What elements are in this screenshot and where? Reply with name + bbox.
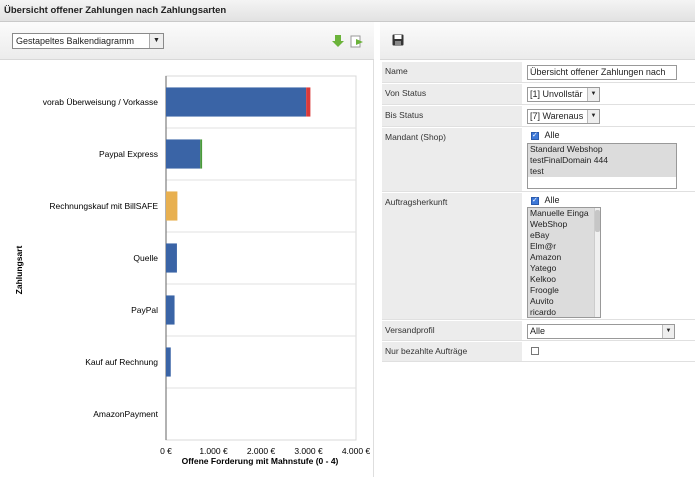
name-input[interactable]: Übersicht offener Zahlungen nach: [527, 65, 677, 80]
list-item[interactable]: test: [528, 166, 676, 177]
von-status-value: [1] Unvollstär: [530, 89, 583, 99]
chart-toolbar: Gestapeltes Balkendiagramm ▼: [0, 22, 374, 60]
chart-panel: Gestapeltes Balkendiagramm ▼ vorab Überw…: [0, 22, 374, 477]
x-axis-label: Offene Forderung mit Mahnstufe (0 - 4): [182, 456, 339, 466]
x-tick-label: 3.000 €: [294, 446, 323, 456]
list-item[interactable]: Kelkoo: [528, 274, 600, 285]
bis-status-label: Bis Status: [382, 106, 522, 126]
chevron-down-icon: ▼: [587, 110, 599, 123]
list-item[interactable]: Standard Webshop: [528, 144, 676, 155]
x-tick-label: 1.000 €: [199, 446, 228, 456]
category-label: Paypal Express: [99, 149, 158, 159]
mandant-all[interactable]: Alle: [531, 130, 560, 140]
category-label: vorab Überweisung / Vorkasse: [43, 97, 159, 107]
nur-bezahlte-checkbox[interactable]: [531, 347, 539, 355]
form-row-von-status: Von Status [1] Unvollstär ▼: [382, 84, 695, 105]
list-item[interactable]: WebShop: [528, 219, 600, 230]
form-row-auftragsherkunft: Auftragsherkunft Alle Manuelle Einga Web…: [382, 193, 695, 320]
auftragsherkunft-all-checkbox[interactable]: [531, 196, 539, 205]
bar-segment: [166, 243, 177, 273]
x-tick-label: 2.000 €: [247, 446, 276, 456]
settings-panel: Name Übersicht offener Zahlungen nach Vo…: [380, 22, 695, 477]
versandprofil-label: Versandprofil: [382, 321, 522, 340]
category-labels: vorab Überweisung / Vorkasse Paypal Expre…: [43, 97, 159, 419]
download-icon[interactable]: [331, 34, 345, 48]
category-label: Kauf auf Rechnung: [85, 357, 158, 367]
list-item[interactable]: Elm@r: [528, 241, 600, 252]
mandant-label: Mandant (Shop): [382, 128, 522, 191]
list-item[interactable]: Yatego: [528, 263, 600, 274]
plot-frame: [165, 75, 357, 441]
y-axis-label: Zahlungsart: [14, 246, 24, 295]
mandant-all-checkbox[interactable]: [531, 131, 539, 140]
nur-bezahlte-label: Nur bezahlte Aufträge: [382, 342, 522, 361]
category-label: PayPal: [131, 305, 158, 315]
list-item[interactable]: Auvito: [528, 296, 600, 307]
chevron-down-icon: ▼: [662, 325, 674, 338]
form-row-mandant: Mandant (Shop) Alle Standard Webshop tes…: [382, 128, 695, 192]
auftragsherkunft-all[interactable]: Alle: [531, 195, 560, 205]
bar-segment: [166, 347, 171, 377]
category-label: AmazonPayment: [93, 409, 158, 419]
list-item[interactable]: testFinalDomain 444: [528, 155, 676, 166]
x-tick-labels: 0 € 1.000 € 2.000 € 3.000 € 4.000 €: [160, 446, 370, 456]
chart-type-select[interactable]: Gestapeltes Balkendiagramm ▼: [12, 33, 164, 49]
mandant-all-label: Alle: [544, 130, 560, 140]
auftragsherkunft-all-label: Alle: [544, 195, 560, 205]
form-row-bis-status: Bis Status [7] Warenaus ▼: [382, 106, 695, 127]
stacked-bar-chart: vorab Überweisung / Vorkasse Paypal Expre…: [14, 75, 370, 466]
chart-grid: [165, 75, 357, 441]
mandant-listbox[interactable]: Standard Webshop testFinalDomain 444 tes…: [527, 143, 677, 189]
versandprofil-select[interactable]: Alle ▼: [527, 324, 675, 339]
list-item[interactable]: eBay: [528, 230, 600, 241]
list-item[interactable]: ricardo: [528, 307, 600, 317]
bar-segment: [306, 87, 311, 117]
list-item[interactable]: Amazon: [528, 252, 600, 263]
save-icon[interactable]: [392, 34, 404, 46]
x-tick-label: 4.000 €: [342, 446, 371, 456]
scrollbar-thumb[interactable]: [595, 210, 600, 232]
window-title: Übersicht offener Zahlungen nach Zahlung…: [0, 0, 695, 22]
name-label: Name: [382, 62, 522, 82]
form-row-nur-bezahlte: Nur bezahlte Aufträge: [382, 342, 695, 362]
chevron-down-icon: ▼: [149, 34, 163, 48]
bar-segment: [166, 191, 178, 221]
von-status-select[interactable]: [1] Unvollstär ▼: [527, 87, 600, 102]
bar-segment: [166, 295, 175, 325]
auftragsherkunft-listbox[interactable]: Manuelle Einga WebShop eBay Elm@r Amazon…: [527, 207, 601, 318]
bar-segment: [200, 139, 203, 169]
chart-type-value: Gestapeltes Balkendiagramm: [16, 36, 135, 46]
auftragsherkunft-label: Auftragsherkunft: [382, 193, 522, 319]
versandprofil-value: Alle: [530, 326, 546, 336]
chevron-down-icon: ▼: [587, 88, 599, 101]
form-row-name: Name Übersicht offener Zahlungen nach: [382, 62, 695, 83]
x-tick-label: 0 €: [160, 446, 172, 456]
listbox-scrollbar[interactable]: [594, 208, 600, 317]
export-icon[interactable]: [350, 34, 364, 48]
category-label: Quelle: [133, 253, 158, 263]
list-item[interactable]: Froogle: [528, 285, 600, 296]
bis-status-select[interactable]: [7] Warenaus ▼: [527, 109, 600, 124]
von-status-label: Von Status: [382, 84, 522, 104]
list-item[interactable]: Manuelle Einga: [528, 208, 600, 219]
bar-segment: [166, 87, 307, 117]
category-label: Rechnungskauf mit BillSAFE: [49, 201, 158, 211]
bis-status-value: [7] Warenaus: [530, 111, 584, 121]
bar-segment: [166, 139, 201, 169]
form-row-versandprofil: Versandprofil Alle ▼: [382, 321, 695, 341]
settings-toolbar: [380, 22, 695, 60]
